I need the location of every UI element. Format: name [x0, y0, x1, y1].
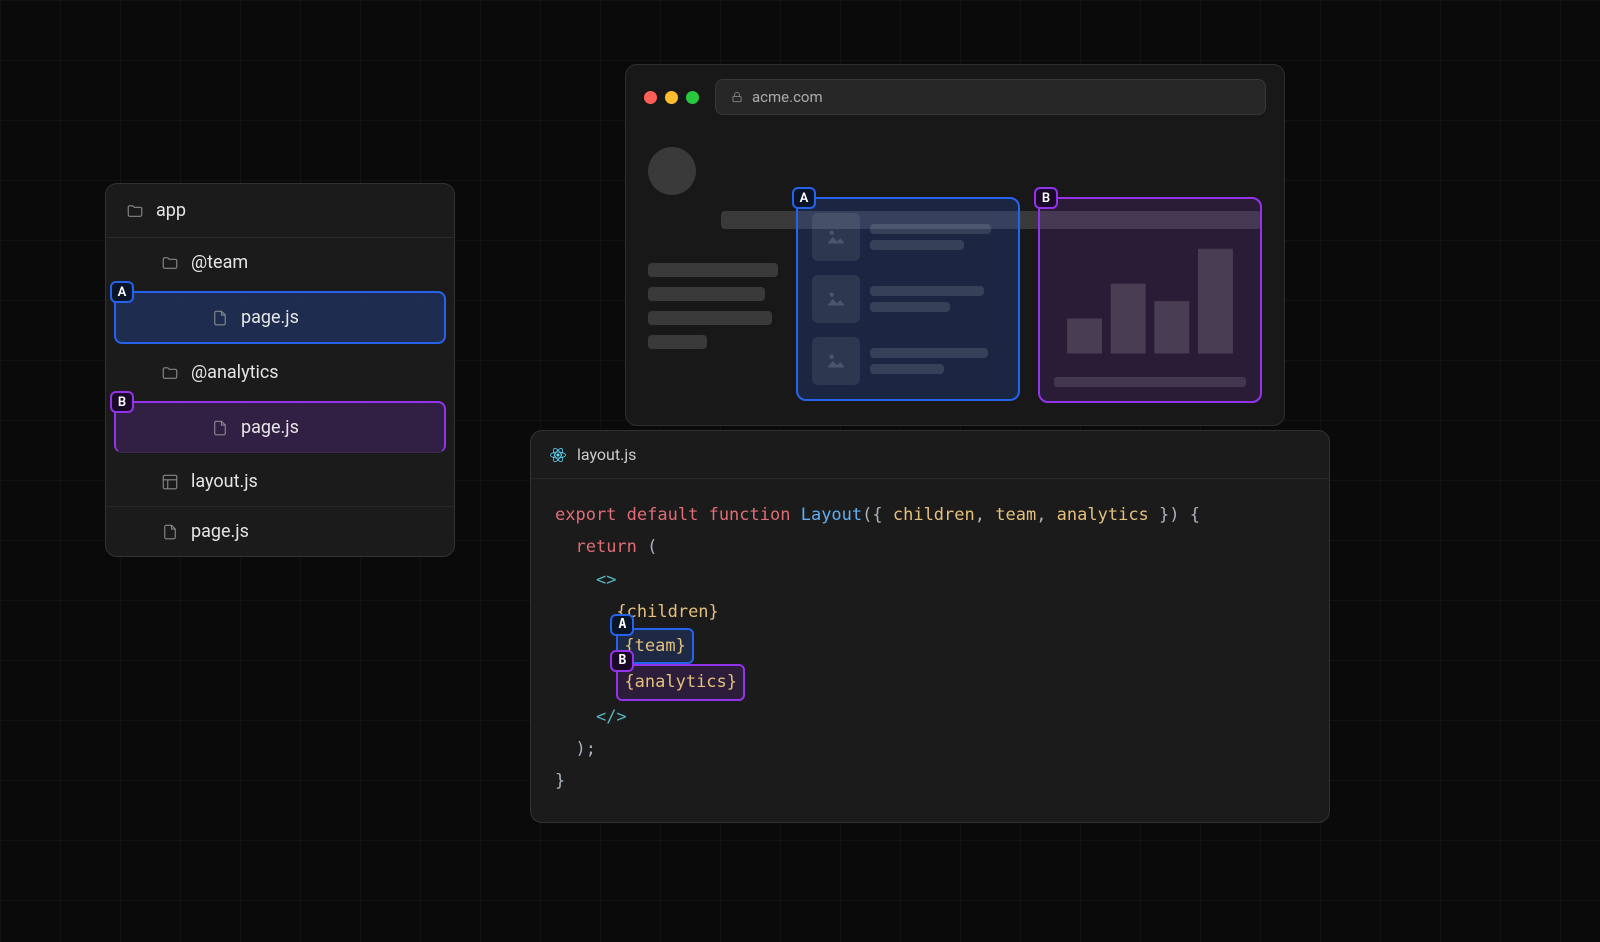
- expr-analytics-highlighted: B{analytics}: [616, 664, 745, 700]
- tree-item-team[interactable]: @team: [106, 238, 454, 287]
- folder-icon: [161, 254, 179, 272]
- file-icon: [161, 523, 179, 541]
- fn-name: Layout: [801, 505, 862, 525]
- punc: }: [555, 771, 565, 791]
- punc: }) {: [1149, 505, 1200, 525]
- code-file-header: layout.js: [531, 431, 1329, 479]
- list-item: [812, 275, 1004, 323]
- url-text: acme.com: [752, 88, 823, 106]
- react-icon: [549, 446, 567, 464]
- browser-viewport: A B: [626, 129, 1284, 425]
- punc: ,: [1036, 505, 1056, 525]
- badge-b: B: [1034, 187, 1058, 209]
- tree-root[interactable]: app: [106, 184, 454, 238]
- slot-analytics: B: [1038, 197, 1262, 403]
- image-placeholder: [812, 337, 860, 385]
- list-item: [812, 337, 1004, 385]
- image-icon: [823, 224, 849, 250]
- expr-analytics: {analytics}: [624, 672, 737, 692]
- badge-a: A: [110, 281, 134, 303]
- image-placeholder: [812, 275, 860, 323]
- tree-item-layout[interactable]: layout.js: [106, 457, 454, 507]
- file-tree-panel: app @team A page.js @analytics B page.js…: [105, 183, 455, 557]
- minimize-icon[interactable]: [665, 91, 678, 104]
- tree-root-label: app: [156, 200, 186, 221]
- sidebar-item-skeleton: [648, 335, 707, 349]
- close-icon[interactable]: [644, 91, 657, 104]
- jsx-frag-open: <>: [596, 570, 616, 590]
- badge-b: B: [110, 391, 134, 413]
- avatar: [648, 147, 696, 195]
- file-icon: [211, 419, 229, 437]
- layout-icon: [161, 473, 179, 491]
- lock-icon: [730, 90, 744, 104]
- folder-icon: [126, 202, 144, 220]
- traffic-lights: [644, 91, 699, 104]
- tree-item-page[interactable]: page.js: [106, 507, 454, 556]
- kw-export: export: [555, 505, 616, 525]
- address-bar[interactable]: acme.com: [715, 79, 1266, 115]
- tree-item-label: layout.js: [191, 471, 258, 492]
- punc: ,: [975, 505, 995, 525]
- zoom-icon[interactable]: [686, 91, 699, 104]
- sidebar-item-skeleton: [648, 287, 765, 301]
- code-filename: layout.js: [577, 445, 636, 464]
- sidebar-skeleton: [648, 147, 778, 349]
- punc: );: [575, 739, 595, 759]
- list-item: [812, 213, 1004, 261]
- sidebar-item-skeleton: [648, 311, 772, 325]
- tree-item-label: page.js: [191, 521, 249, 542]
- file-icon: [211, 309, 229, 327]
- badge-b: B: [610, 650, 634, 672]
- slot-team: A: [796, 197, 1020, 401]
- browser-window: acme.com A: [625, 64, 1285, 426]
- code-panel: layout.js export default function Layout…: [530, 430, 1330, 823]
- param-children: children: [893, 505, 975, 525]
- punc: ({: [862, 505, 893, 525]
- punc: (: [637, 537, 657, 557]
- code-body: export default function Layout({ childre…: [531, 479, 1329, 822]
- bar-chart: [1054, 213, 1246, 363]
- folder-icon: [161, 364, 179, 382]
- browser-titlebar: acme.com: [626, 65, 1284, 129]
- image-icon: [823, 348, 849, 374]
- tree-item-label: @team: [191, 252, 248, 273]
- kw-default: default: [627, 505, 699, 525]
- chart-axis-skeleton: [1054, 377, 1246, 387]
- tree-item-analytics[interactable]: @analytics: [106, 348, 454, 397]
- tree-item-label: @analytics: [191, 362, 279, 383]
- tree-item-label: page.js: [241, 307, 299, 328]
- jsx-frag-close: </>: [596, 707, 627, 727]
- kw-function: function: [709, 505, 791, 525]
- badge-a: A: [610, 614, 634, 636]
- badge-a: A: [792, 187, 816, 209]
- tree-item-team-page[interactable]: A page.js: [114, 291, 446, 344]
- kw-return: return: [575, 537, 636, 557]
- param-team: team: [995, 505, 1036, 525]
- sidebar-item-skeleton: [648, 263, 778, 277]
- image-icon: [823, 286, 849, 312]
- tree-item-label: page.js: [241, 417, 299, 438]
- tree-item-analytics-page[interactable]: B page.js: [114, 401, 446, 453]
- param-analytics: analytics: [1057, 505, 1149, 525]
- image-placeholder: [812, 213, 860, 261]
